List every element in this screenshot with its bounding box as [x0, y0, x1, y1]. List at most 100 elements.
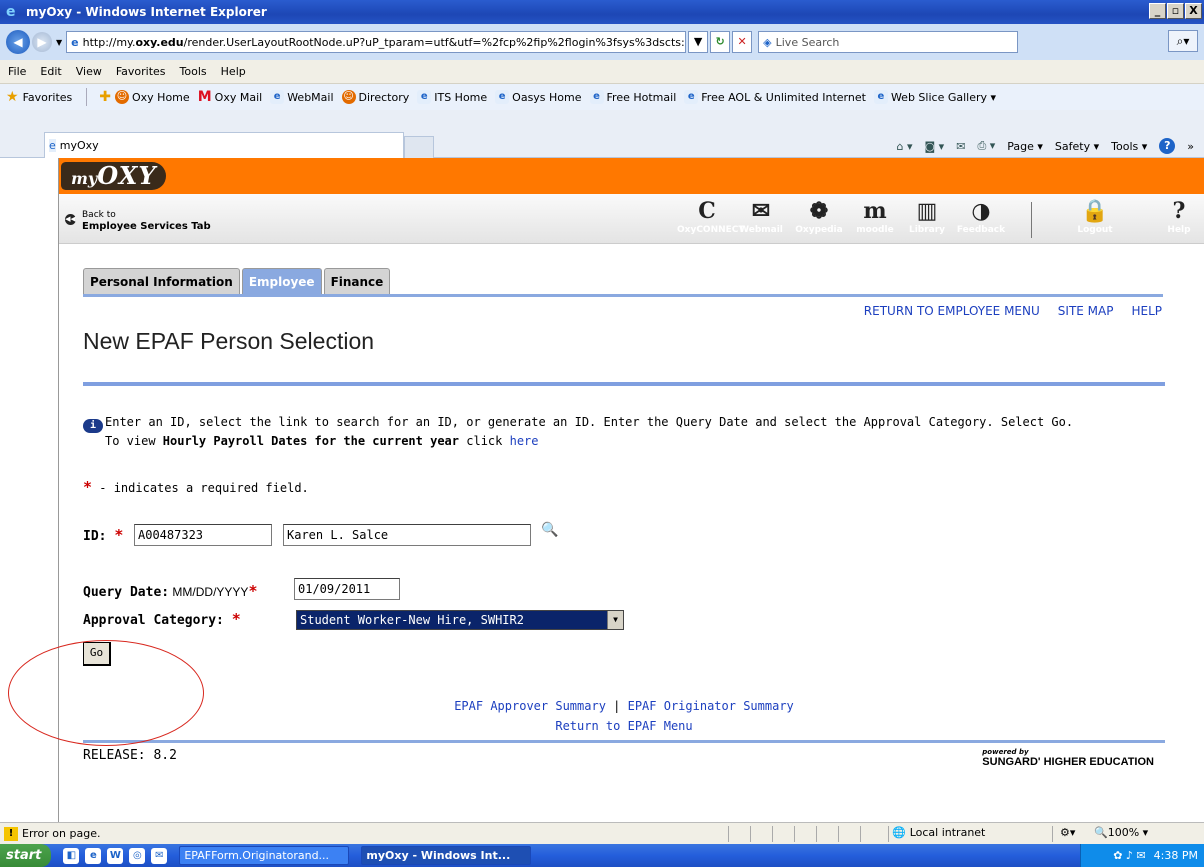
media-icon[interactable]: ◎: [129, 847, 146, 864]
tray-icons[interactable]: ✿ ♪ ✉: [1113, 849, 1145, 862]
add-favorite-icon[interactable]: ✚: [99, 89, 111, 105]
read-mail-icon[interactable]: ✉: [956, 140, 965, 153]
divider: [750, 826, 751, 842]
menu-favorites[interactable]: Favorites: [116, 65, 166, 78]
status-message[interactable]: Error on page.: [22, 827, 100, 840]
menu-help[interactable]: Help: [221, 65, 246, 78]
menu-file[interactable]: File: [8, 65, 26, 78]
print-icon[interactable]: ⎙ ▾: [977, 139, 995, 153]
help-link[interactable]: HELP: [1131, 304, 1162, 318]
name-field[interactable]: Karen L. Salce: [283, 524, 531, 546]
tab-employee[interactable]: Employee: [241, 268, 322, 294]
taskbar-item-myoxy[interactable]: myOxy - Windows Int...: [361, 846, 532, 865]
search-input[interactable]: ◈ Live Search: [758, 31, 1019, 53]
menu-tools[interactable]: Tools: [180, 65, 207, 78]
menu-edit[interactable]: Edit: [40, 65, 61, 78]
help-button[interactable]: ? Help: [1149, 198, 1204, 236]
go-button[interactable]: Go: [83, 642, 111, 666]
fav-oasys-home[interactable]: e Oasys Home: [495, 90, 582, 104]
address-dropdown-icon[interactable]: ▼: [688, 31, 709, 53]
divider: [888, 826, 889, 842]
fav-free-hotmail[interactable]: e Free Hotmail: [589, 90, 676, 104]
forward-nav-icon[interactable]: ▶: [32, 32, 52, 52]
fav-oxy-mail[interactable]: M Oxy Mail: [198, 90, 263, 104]
oxypedia-button[interactable]: ❁ Oxypedia: [789, 198, 849, 236]
word-icon[interactable]: W: [107, 847, 124, 864]
question-icon: ?: [1172, 198, 1186, 224]
fav-web-slice-gallery[interactable]: e Web Slice Gallery ▾: [873, 90, 996, 104]
oxyconnect-button[interactable]: C OxyCONNECT: [677, 198, 745, 236]
back-to-employee-services[interactable]: ◀◀ Back to Employee Services Tab: [65, 210, 211, 233]
oxyconnect-icon: C: [698, 198, 716, 224]
warning-icon[interactable]: !: [4, 826, 18, 841]
divider: [1052, 826, 1053, 842]
library-button[interactable]: ▥ Library: [897, 198, 957, 236]
ie-icon: e: [873, 90, 888, 104]
search-icon[interactable]: ⌕▾: [1168, 30, 1198, 52]
divider: [728, 826, 729, 842]
window-controls: _ ▫ X: [1149, 3, 1202, 19]
back-arrow-icon: ◀◀: [65, 214, 76, 225]
return-to-employee-menu-link[interactable]: RETURN TO EMPLOYEE MENU: [864, 304, 1040, 318]
chevron-more-icon[interactable]: »: [1187, 140, 1194, 153]
refresh-icon[interactable]: ↻: [710, 31, 731, 53]
approval-category-label: Approval Category: *: [83, 610, 241, 628]
clock: 4:38 PM: [1153, 849, 1198, 862]
address-bar[interactable]: e http://my.oxy.edu/render.UserLayoutRoo…: [66, 31, 687, 53]
envelope-icon: ✉: [751, 198, 771, 224]
myoxy-logo[interactable]: myOXY: [61, 162, 167, 190]
maximize-button[interactable]: ▫: [1167, 3, 1184, 19]
divider: [772, 826, 773, 842]
fav-free-aol[interactable]: e Free AOL & Unlimited Internet: [684, 90, 866, 104]
close-button[interactable]: X: [1185, 3, 1202, 19]
tab-myoxy[interactable]: e myOxy: [44, 132, 404, 158]
page-menu[interactable]: Page ▾: [1007, 140, 1043, 153]
star-icon: ★: [6, 89, 19, 105]
taskbar-item-epafform[interactable]: EPAFForm.Originatorand...: [179, 846, 350, 865]
fav-oxy-home[interactable]: ☺ Oxy Home: [115, 90, 190, 104]
fav-directory[interactable]: ☺ Directory: [341, 90, 409, 104]
required-asterisk-icon: *: [231, 610, 241, 628]
menu-view[interactable]: View: [76, 65, 102, 78]
feeds-icon[interactable]: ◙ ▾: [925, 140, 945, 153]
search-id-icon[interactable]: 🔍: [541, 522, 558, 538]
feedback-button[interactable]: ◑ Feedback: [951, 198, 1011, 236]
outlook-icon[interactable]: ✉: [151, 847, 168, 864]
start-button[interactable]: start: [0, 844, 52, 867]
zoom-level[interactable]: 🔍100% ▾: [1094, 826, 1148, 839]
query-date-label: Query Date: MM/DD/YYYY*: [83, 582, 258, 600]
id-input[interactable]: A00487323: [134, 524, 272, 546]
desktop-icon[interactable]: ◧: [63, 847, 80, 864]
home-icon[interactable]: ⌂ ▾: [897, 140, 913, 153]
new-tab-button[interactable]: [404, 136, 434, 158]
security-zone: 🌐 Local intranet: [892, 826, 986, 839]
id-label: ID: *: [83, 526, 124, 544]
return-to-epaf-menu-link[interactable]: Return to EPAF Menu: [555, 719, 692, 733]
epaf-approver-summary-link[interactable]: EPAF Approver Summary: [454, 699, 606, 713]
safety-menu[interactable]: Safety ▾: [1055, 140, 1099, 153]
approval-category-select[interactable]: Student Worker-New Hire, SWHIR2 ▼: [296, 610, 624, 630]
tab-personal-information[interactable]: Personal Information: [83, 268, 240, 294]
tools-menu[interactable]: Tools ▾: [1111, 140, 1147, 153]
minimize-button[interactable]: _: [1149, 3, 1166, 19]
back-nav-icon[interactable]: ◀: [6, 30, 30, 54]
payroll-dates-link[interactable]: here: [510, 434, 539, 448]
epaf-originator-summary-link[interactable]: EPAF Originator Summary: [628, 699, 794, 713]
site-map-link[interactable]: SITE MAP: [1058, 304, 1114, 318]
moodle-button[interactable]: m moodle: [845, 198, 905, 236]
tab-finance[interactable]: Finance: [323, 268, 391, 294]
ie-icon: e: [417, 90, 432, 104]
protected-mode-icon[interactable]: ⚙▾: [1060, 826, 1075, 839]
query-date-input[interactable]: 01/09/2011: [294, 578, 400, 600]
page-content: myOXY ◀◀ Back to Employee Services Tab C…: [58, 158, 1204, 822]
help-icon[interactable]: ?: [1159, 138, 1176, 154]
history-dropdown-icon[interactable]: ▼: [56, 38, 62, 47]
stop-icon[interactable]: ✕: [732, 31, 753, 53]
fav-webmail[interactable]: e WebMail: [270, 90, 334, 104]
ie-icon[interactable]: e: [85, 847, 102, 864]
logout-button[interactable]: 🔒 Logout: [1065, 198, 1125, 236]
favorites-button[interactable]: ★ Favorites: [0, 89, 72, 105]
webmail-button[interactable]: ✉ Webmail: [731, 198, 791, 236]
chevron-down-icon[interactable]: ▼: [607, 611, 623, 629]
fav-its-home[interactable]: e ITS Home: [417, 90, 487, 104]
